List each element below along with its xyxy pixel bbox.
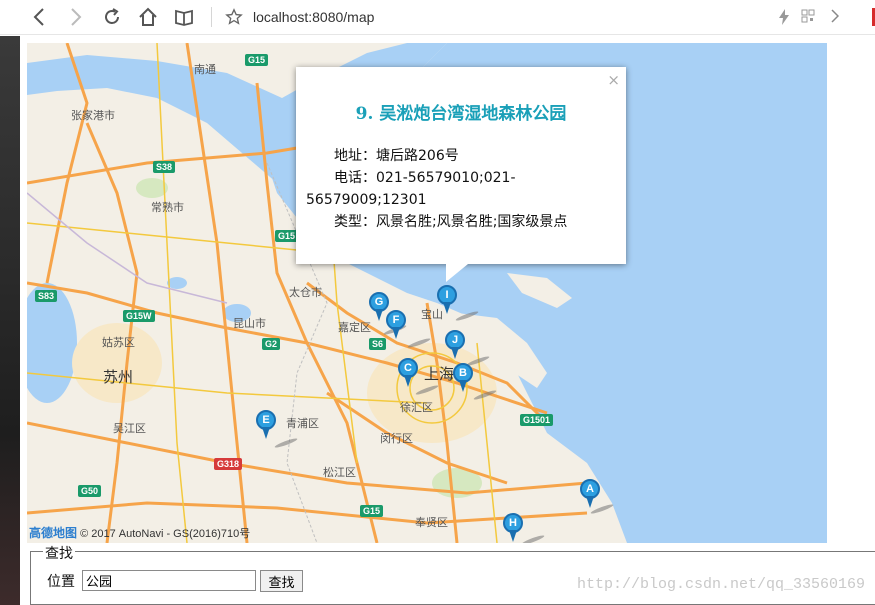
marker-c[interactable]: C bbox=[398, 358, 418, 388]
browser-toolbar: localhost:8080/map bbox=[0, 0, 875, 35]
marker-a[interactable]: A bbox=[580, 479, 600, 509]
marker-b[interactable]: B bbox=[453, 363, 473, 393]
shield-g318: G318 bbox=[214, 458, 243, 470]
shield-g2: G2 bbox=[262, 338, 281, 350]
marker-i[interactable]: I bbox=[437, 285, 457, 315]
info-window-pointer bbox=[446, 264, 468, 282]
map-copyright: 高德地图 © 2017 AutoNavi - GS(2016)710号 bbox=[29, 524, 250, 541]
shield-g15: G15 bbox=[245, 54, 269, 66]
shield-s83: S83 bbox=[35, 290, 58, 302]
qrcode-icon[interactable] bbox=[801, 9, 815, 26]
copyright-text: © 2017 AutoNavi - GS(2016)710号 bbox=[80, 528, 251, 540]
place-changshu: 常熟市 bbox=[151, 201, 184, 214]
info-window: × 9. 吴淞炮台湾湿地森林公园 地址：塘后路206号 电话：021-56579… bbox=[296, 67, 626, 282]
search-fieldset: 查找 位置 查找 http://blog.csdn.net/qq_3356016… bbox=[30, 543, 875, 605]
close-icon[interactable]: × bbox=[607, 71, 620, 89]
place-songjiang: 松江区 bbox=[323, 466, 356, 479]
place-gusu: 姑苏区 bbox=[102, 336, 135, 349]
place-xuhui: 徐汇区 bbox=[400, 401, 433, 414]
amap-logo: 高德地图 bbox=[29, 526, 78, 540]
place-zhangjiagang: 张家港市 bbox=[71, 109, 115, 122]
place-nantong: 南通 bbox=[194, 63, 216, 76]
toolbar-divider bbox=[211, 7, 212, 27]
marker-f[interactable]: F bbox=[386, 310, 406, 340]
location-label: 位置 bbox=[47, 574, 75, 590]
place-wujiang: 吴江区 bbox=[113, 422, 146, 435]
place-shanghai: 上海 bbox=[424, 365, 455, 383]
info-title: 9. 吴淞炮台湾湿地森林公园 bbox=[355, 104, 567, 124]
info-address: 地址：塘后路206号 bbox=[334, 148, 459, 164]
chevron-right-icon[interactable] bbox=[831, 9, 840, 26]
search-button[interactable]: 查找 bbox=[260, 570, 303, 592]
shield-s6: S6 bbox=[369, 338, 387, 350]
place-jiading: 嘉定区 bbox=[338, 321, 371, 334]
forward-icon[interactable] bbox=[65, 6, 87, 28]
shield-g50: G50 bbox=[78, 485, 102, 497]
place-minhang: 闵行区 bbox=[380, 432, 413, 445]
place-suzhou: 苏州 bbox=[103, 368, 134, 386]
info-type: 类型：风景名胜;风景名胜;国家级景点 bbox=[334, 214, 568, 230]
info-phone: 电话：021-56579010;021-56579009;12301 bbox=[306, 170, 516, 208]
bolt-icon[interactable] bbox=[778, 9, 790, 28]
shield-g15-c: G15 bbox=[360, 505, 384, 517]
place-kunshan: 昆山市 bbox=[233, 317, 266, 330]
place-taicang: 太仓市 bbox=[289, 286, 322, 299]
place-fengxian: 奉贤区 bbox=[415, 516, 448, 529]
reload-icon[interactable] bbox=[101, 6, 123, 28]
watermark: http://blog.csdn.net/qq_33560169 bbox=[576, 576, 865, 593]
marker-e[interactable]: E bbox=[256, 410, 276, 440]
background-window bbox=[0, 36, 20, 605]
reading-icon[interactable] bbox=[173, 6, 195, 28]
info-body: 地址：塘后路206号 电话：021-56579010;021-56579009;… bbox=[306, 145, 606, 233]
search-legend: 查找 bbox=[43, 543, 75, 563]
star-icon[interactable] bbox=[223, 6, 245, 28]
marker-g[interactable]: G bbox=[369, 292, 389, 322]
address-bar[interactable]: localhost:8080/map bbox=[253, 9, 374, 25]
shield-g15w: G15W bbox=[123, 310, 155, 322]
marker-h[interactable]: H bbox=[503, 513, 523, 543]
shield-s38: S38 bbox=[153, 161, 176, 173]
shield-g15-b: G15 bbox=[275, 230, 299, 242]
place-qingpu: 青浦区 bbox=[286, 417, 319, 430]
marker-j[interactable]: J bbox=[445, 330, 465, 360]
location-input[interactable] bbox=[82, 570, 256, 591]
home-icon[interactable] bbox=[137, 6, 159, 28]
back-icon[interactable] bbox=[28, 6, 50, 28]
shield-g1501: G1501 bbox=[520, 414, 554, 426]
